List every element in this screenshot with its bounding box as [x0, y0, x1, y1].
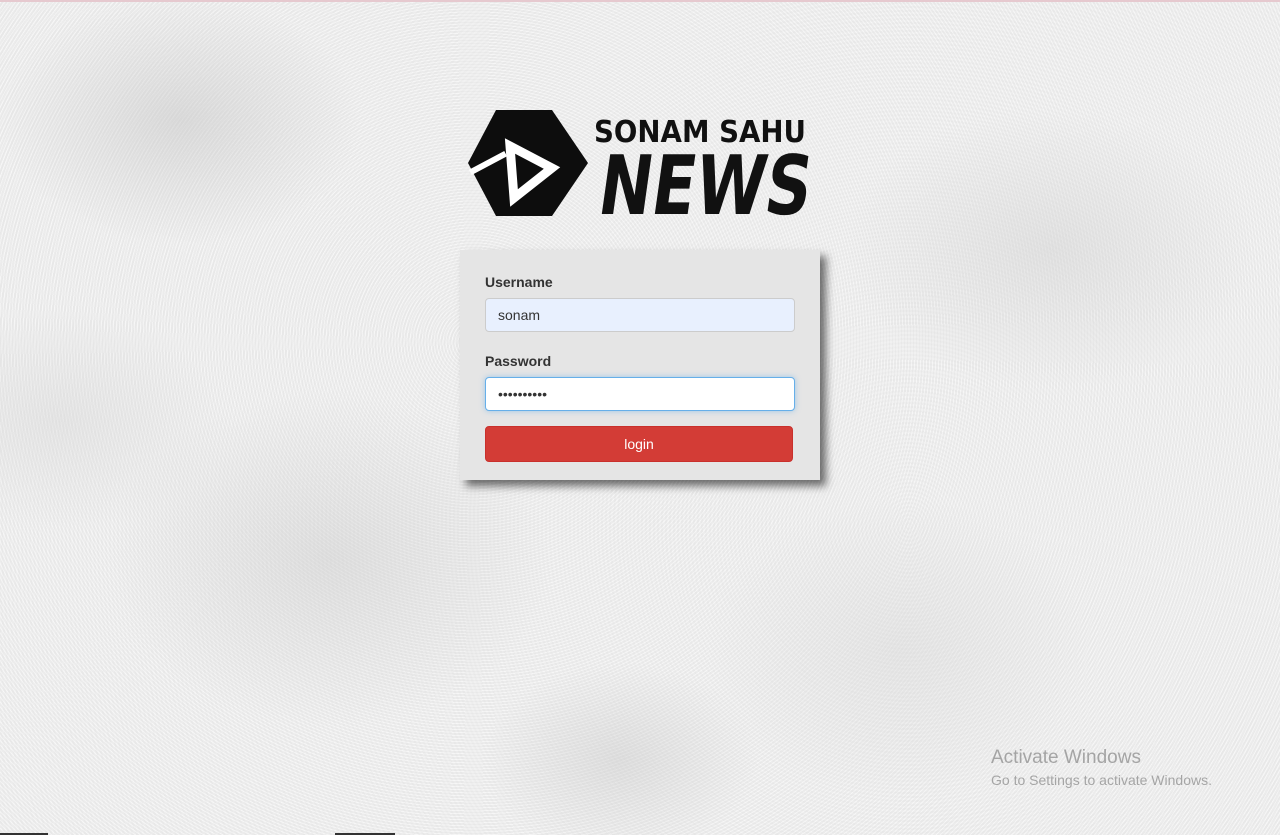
login-panel: Username Password login — [460, 250, 820, 480]
login-button[interactable]: login — [485, 426, 793, 462]
watermark-title: Activate Windows — [991, 747, 1141, 768]
play-hexagon-icon — [468, 110, 588, 216]
password-label: Password — [485, 353, 552, 369]
username-input[interactable] — [485, 298, 795, 332]
username-label: Username — [485, 274, 553, 290]
top-border — [0, 0, 1280, 2]
site-logo: SONAM SAHU NEWS — [466, 106, 810, 220]
activate-windows-watermark: Activate Windows Go to Settings to activ… — [991, 747, 1212, 789]
watermark-subtitle: Go to Settings to activate Windows. — [991, 772, 1212, 788]
logo-line2: NEWS — [593, 139, 810, 220]
password-input[interactable] — [485, 377, 795, 411]
